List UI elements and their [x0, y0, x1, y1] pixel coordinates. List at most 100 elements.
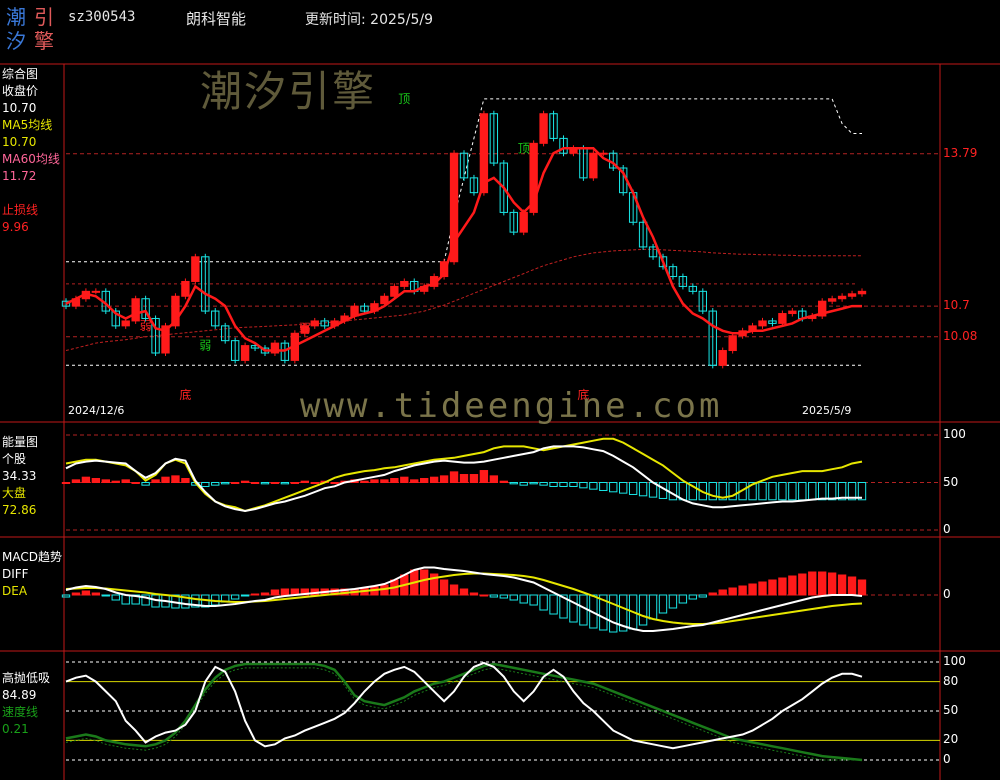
energy-bar [619, 482, 628, 494]
energy-bar [280, 482, 290, 485]
macd-bar [857, 579, 867, 596]
macd-bar [847, 576, 857, 596]
energy-bar [260, 482, 270, 485]
macd-bar [708, 592, 717, 596]
panel-label-macd: DEA [2, 584, 28, 598]
macd-bar [101, 594, 110, 597]
macd-bar [728, 587, 737, 596]
candle [240, 345, 250, 361]
candle [191, 256, 200, 282]
energy-axis-label: 100 [943, 427, 966, 441]
energy-bar [290, 482, 300, 484]
macd-bar [91, 592, 101, 596]
hilo-line [65, 661, 863, 750]
energy-bar [429, 476, 439, 483]
energy-bar [111, 480, 120, 484]
panel-label-energy: 能量图 [2, 435, 39, 449]
macd-bar [61, 594, 71, 598]
panel-label-hilo: 0.21 [2, 722, 29, 736]
hilo-axis-label: 100 [943, 654, 966, 668]
energy-bar [161, 476, 170, 483]
candle [728, 335, 737, 352]
annotation-label: 顶 [518, 141, 530, 155]
energy-bar [579, 482, 588, 489]
macd-bar [240, 594, 250, 597]
candle [718, 350, 727, 366]
candle [847, 293, 857, 297]
energy-bar [469, 474, 479, 483]
energy-bar [91, 478, 101, 484]
date-end: 2025/5/9 [802, 404, 851, 417]
macd-bar [81, 590, 91, 596]
macd-bar [648, 594, 658, 620]
energy-bar [589, 482, 598, 490]
energy-bar [390, 478, 399, 484]
energy-bar [599, 482, 608, 491]
energy-bar [808, 482, 817, 501]
candle [121, 320, 130, 327]
diff-line [65, 566, 863, 632]
annotation-label: 弱 [299, 321, 311, 335]
macd-bar [549, 594, 558, 615]
energy-bar [221, 482, 230, 485]
hilo-axis-label: 0 [943, 752, 951, 766]
macd-bar [569, 594, 578, 623]
macd-bar [818, 571, 827, 596]
energy-bar [81, 476, 91, 483]
panel-label-hilo: 84.89 [2, 688, 37, 702]
annotation-label: 弱 [199, 339, 211, 353]
energy-bar [628, 482, 638, 495]
panel-label-main: 综合图 [2, 67, 39, 81]
candle [837, 295, 847, 300]
macd-bar [827, 572, 837, 596]
macd-bar [778, 577, 787, 596]
energy-bar [380, 479, 389, 483]
annotation-label: 顶 [398, 92, 410, 106]
macd-bar [539, 594, 548, 611]
energy-axis-label: 0 [943, 522, 951, 536]
main-axis-label: 10.08 [943, 328, 978, 343]
macd-bar [469, 592, 479, 596]
energy-bar [300, 480, 309, 484]
panel-label-energy: 34.33 [2, 469, 37, 483]
macd-bar [489, 594, 499, 598]
candle [390, 285, 399, 297]
energy-bar [768, 482, 777, 501]
macd-bar [459, 588, 469, 596]
energy-bar [519, 482, 528, 486]
macd-bar [121, 594, 130, 605]
energy-bar [489, 475, 499, 484]
macd-bar [270, 589, 280, 596]
panel-label-energy: 72.86 [2, 503, 37, 517]
annotation-label: 底 [179, 387, 191, 402]
panel-label-main: 11.72 [2, 169, 37, 183]
energy-bar [181, 478, 190, 484]
energy-bar [499, 480, 508, 484]
energy-bar [201, 482, 210, 487]
energy-bar [509, 482, 518, 485]
candle [857, 290, 867, 295]
main-axis-label: 10.7 [943, 298, 970, 313]
energy-bar [459, 474, 469, 483]
energy-bar [71, 479, 81, 483]
energy-bar [569, 482, 578, 487]
panel-label-main: 10.70 [2, 135, 37, 149]
candle [380, 295, 389, 305]
energy-bar [270, 482, 280, 484]
macd-bar [250, 593, 260, 596]
candle [91, 290, 101, 293]
watermark-cn: 潮汐引擎 [200, 67, 377, 116]
energy-axis-label: 50 [943, 474, 959, 489]
energy-bar [400, 476, 409, 483]
candle [778, 313, 787, 324]
macd-bar [479, 594, 489, 597]
energy-bar [638, 482, 648, 497]
macd-bar [808, 571, 817, 596]
panel-label-main: 止损线 [2, 203, 39, 217]
energy-bar [131, 482, 140, 484]
macd-bar [280, 588, 290, 596]
energy-bar [420, 478, 429, 484]
energy-bar [479, 470, 489, 483]
energy-bar [529, 482, 538, 485]
panel-label-main: 9.96 [2, 220, 29, 234]
